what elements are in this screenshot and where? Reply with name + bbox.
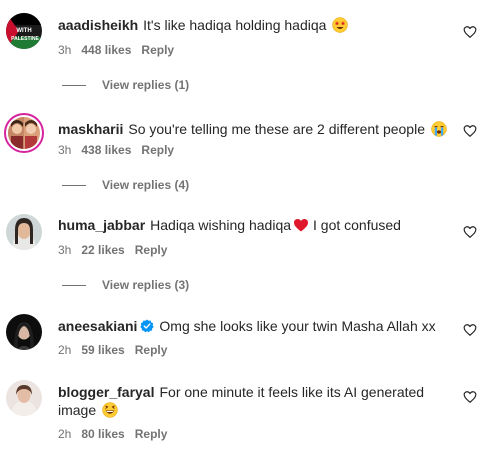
comment-username[interactable]: blogger_faryal	[58, 384, 154, 400]
comment-text: aaadisheikh It's like hadiqa holding hadi…	[58, 16, 451, 34]
view-replies-button[interactable]: View replies (4)	[62, 177, 189, 193]
comment-meta: 3h 22 likes Reply	[58, 242, 167, 258]
view-replies-label: View replies (1)	[102, 78, 190, 92]
like-heart-icon[interactable]	[463, 390, 477, 404]
like-heart-icon[interactable]	[463, 25, 477, 39]
red-heart-emoji-icon	[294, 219, 309, 232]
avatar-image: WITH PALESTINE	[6, 13, 42, 49]
comment-body: Hadiqa wishing hadiqa	[150, 217, 292, 233]
comment-body-continued: I got confused	[313, 217, 401, 233]
crying-emoji-icon	[431, 121, 447, 137]
comment-meta: 2h 80 likes Reply	[58, 426, 167, 442]
avatar[interactable]: WITH PALESTINE	[6, 13, 42, 49]
likes-count[interactable]: 448 likes	[81, 43, 131, 57]
likes-count[interactable]: 438 likes	[81, 143, 131, 157]
replies-divider	[62, 285, 86, 287]
comment-meta: 3h 438 likes Reply	[58, 142, 174, 158]
comment-text: aneesakiani Omg she looks like your twin…	[58, 317, 451, 335]
comment-body: Omg she looks like your twin Masha Allah…	[159, 318, 436, 334]
likes-count[interactable]: 22 likes	[81, 243, 124, 257]
comment-username[interactable]: aneesakiani	[58, 318, 137, 334]
likes-count[interactable]: 80 likes	[81, 427, 124, 441]
view-replies-label: View replies (3)	[102, 278, 190, 292]
comment-time: 2h	[58, 343, 72, 357]
replies-divider	[62, 85, 86, 87]
view-replies-button[interactable]: View replies (1)	[62, 77, 189, 93]
comment-text: huma_jabbar Hadiqa wishing hadiqa I got c…	[58, 216, 451, 234]
replies-divider	[62, 185, 86, 187]
comment-time: 3h	[58, 143, 72, 157]
like-heart-icon[interactable]	[463, 225, 477, 239]
svg-text:PALESTINE: PALESTINE	[11, 36, 39, 42]
comment-meta: 2h 59 likes Reply	[58, 342, 167, 358]
avatar[interactable]	[6, 214, 42, 250]
comment-username[interactable]: maskharii	[58, 121, 123, 137]
reply-button[interactable]: Reply	[135, 427, 168, 441]
comment-time: 2h	[58, 427, 72, 441]
like-heart-icon[interactable]	[463, 124, 477, 138]
verified-badge-icon	[140, 319, 155, 333]
avatar-image	[6, 214, 42, 250]
comment-meta: 3h 448 likes Reply	[58, 42, 174, 58]
view-replies-button[interactable]: View replies (3)	[62, 277, 189, 293]
avatar-image	[6, 314, 42, 350]
comment-time: 3h	[58, 243, 72, 257]
avatar[interactable]	[6, 380, 42, 416]
comment-username[interactable]: aaadisheikh	[58, 17, 138, 33]
avatar-image	[8, 117, 40, 149]
view-replies-label: View replies (4)	[102, 178, 190, 192]
comment-body: It's like hadiqa holding hadiqa	[143, 17, 327, 33]
comment-time: 3h	[58, 43, 72, 57]
avatar-image	[6, 380, 42, 416]
reply-button[interactable]: Reply	[141, 43, 174, 57]
reply-button[interactable]: Reply	[141, 143, 174, 157]
like-heart-icon[interactable]	[463, 323, 477, 337]
laughing-emoji-icon	[102, 402, 118, 418]
likes-count[interactable]: 59 likes	[81, 343, 124, 357]
comment-text: maskharii So you're telling me these are …	[58, 120, 451, 138]
star-struck-emoji-icon	[332, 17, 349, 33]
reply-button[interactable]: Reply	[135, 243, 168, 257]
avatar[interactable]	[6, 314, 42, 350]
comment-body: So you're telling me these are 2 differe…	[128, 121, 425, 137]
reply-button[interactable]: Reply	[135, 343, 168, 357]
avatar[interactable]	[4, 113, 44, 153]
svg-text:WITH: WITH	[16, 28, 31, 34]
comment-text: blogger_faryal For one minute it feels li…	[58, 383, 443, 419]
comment-username[interactable]: huma_jabbar	[58, 217, 145, 233]
